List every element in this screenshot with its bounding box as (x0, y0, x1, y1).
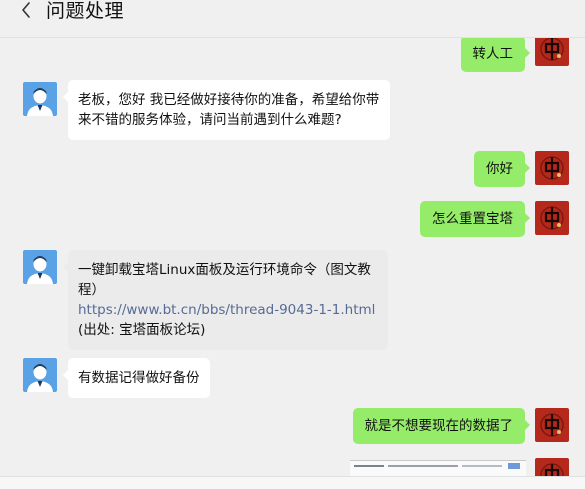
message-text: 有数据记得做好备份 (78, 370, 200, 386)
agent-message-bubble[interactable]: 老板，您好 我已经做好接待你的准备，希望给你带来不错的服务体验，请问当前遇到什么… (63, 80, 390, 140)
my-message-bubble[interactable]: 你好 (474, 151, 530, 187)
thumb-line (462, 465, 502, 467)
chevron-left-icon (14, 0, 40, 22)
chat-title: 问题处理 (46, 0, 125, 22)
message-text: 转人工 (472, 46, 514, 62)
thumb-line (354, 465, 384, 467)
my-avatar[interactable] (535, 151, 569, 185)
message-text: 就是不想要现在的数据了 (364, 418, 514, 434)
message-text: 老板，您好 我已经做好接待你的准备，希望给你带来不错的服务体验，请问当前遇到什么… (78, 92, 380, 128)
my-avatar[interactable] (535, 408, 569, 442)
message-text: 怎么重置宝塔 (432, 211, 513, 227)
message-text: 你好 (486, 161, 513, 177)
card-url-link[interactable]: https://www.bt.cn/bbs/thread-9043-1-1.ht… (78, 300, 378, 320)
input-area-edge (0, 476, 585, 489)
my-avatar[interactable] (535, 201, 569, 235)
my-avatar[interactable] (535, 458, 569, 476)
thumb-line (508, 463, 520, 469)
card-title: 一键卸载宝塔Linux面板及运行环境命令（图文教程） (78, 262, 371, 298)
my-message-bubble[interactable]: 转人工 (460, 38, 530, 72)
agent-avatar[interactable] (23, 250, 57, 284)
agent-message-bubble[interactable]: 有数据记得做好备份 (63, 358, 210, 398)
agent-avatar[interactable] (23, 358, 57, 392)
back-button[interactable] (14, 0, 40, 24)
my-message-bubble[interactable]: 就是不想要现在的数据了 (352, 408, 530, 444)
card-source: (出处: 宝塔面板论坛) (78, 322, 206, 338)
my-avatar[interactable] (535, 38, 569, 66)
thumb-line (388, 465, 458, 467)
message-list[interactable]: 转人工 老板，您好 我已经做好接待你的准备，希望给你带来不错的服务体验，请问当前… (0, 38, 585, 476)
agent-avatar[interactable] (23, 82, 57, 116)
chat-header: 问题处理 (0, 0, 585, 38)
agent-link-card[interactable]: 一键卸载宝塔Linux面板及运行环境命令（图文教程） https://www.b… (63, 250, 388, 350)
my-message-bubble[interactable]: 怎么重置宝塔 (420, 201, 530, 237)
my-image-message[interactable] (350, 460, 526, 476)
